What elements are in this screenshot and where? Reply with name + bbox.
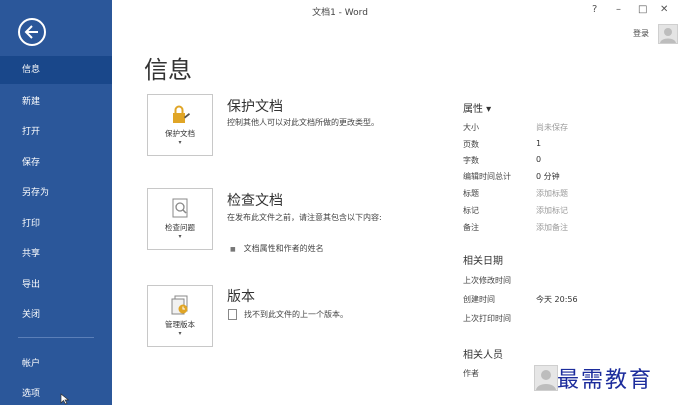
prop-value-pages: 1 xyxy=(536,139,542,148)
related-people-heading: 相关人员 xyxy=(463,350,503,361)
protect-document-desc: 控制其他人可以对此文档所做的更改类型。 xyxy=(227,118,379,127)
inspect-bullet-text: 文档属性和作者的姓名 xyxy=(243,244,324,253)
protect-document-title: 保护文档 xyxy=(227,99,283,115)
minimize-button[interactable]: – xyxy=(616,4,621,16)
user-avatar-icon[interactable] xyxy=(658,24,678,44)
properties-heading[interactable]: 属性 ▾ xyxy=(463,100,491,115)
nav-close[interactable]: 关闭 xyxy=(0,301,112,329)
versions-desc-row: 找不到此文件的上一个版本。 xyxy=(227,309,402,321)
prop-label-edit-time: 编辑时间总计 xyxy=(463,172,511,181)
watermark-text: 最需教育 xyxy=(557,368,654,393)
nav-account[interactable]: 帐户 xyxy=(0,350,112,378)
window-title: 文档1 - Word xyxy=(312,8,368,18)
versions-title: 版本 xyxy=(227,289,255,305)
chevron-down-icon: ▾ xyxy=(178,330,182,337)
prop-value-words: 0 xyxy=(536,155,542,164)
chevron-down-icon: ▾ xyxy=(178,233,182,240)
date-label-modified: 上次修改时间 xyxy=(463,276,511,285)
check-for-issues-button[interactable]: 检查问题 ▾ xyxy=(147,188,213,250)
author-label: 作者 xyxy=(463,369,479,378)
sign-in-link[interactable]: 登录 xyxy=(633,28,649,39)
inspect-bullet-item: ■ 文档属性和作者的姓名 xyxy=(230,243,324,254)
versions-icon xyxy=(171,295,188,315)
date-label-created: 创建时间 xyxy=(463,295,495,304)
protect-document-button-label: 保护文档 xyxy=(165,129,195,138)
document-icon xyxy=(228,309,237,320)
prop-value-title[interactable]: 添加标题 xyxy=(536,188,568,199)
close-button[interactable]: ✕ xyxy=(660,4,668,16)
nav-print[interactable]: 打印 xyxy=(0,210,112,238)
author-avatar-icon xyxy=(534,365,558,391)
related-dates-heading: 相关日期 xyxy=(463,256,503,267)
chevron-down-icon: ▾ xyxy=(178,139,182,146)
nav-export[interactable]: 导出 xyxy=(0,271,112,299)
mouse-cursor-icon xyxy=(60,393,70,405)
lock-icon xyxy=(173,105,190,123)
protect-document-button[interactable]: 保护文档 ▾ xyxy=(147,94,213,156)
prop-value-size: 尚未保存 xyxy=(536,123,568,132)
nav-open[interactable]: 打开 xyxy=(0,118,112,146)
nav-save-as[interactable]: 另存为 xyxy=(0,179,112,207)
restore-button[interactable]: □ xyxy=(638,4,647,16)
prop-value-comments[interactable]: 添加备注 xyxy=(536,222,568,233)
prop-value-tags[interactable]: 添加标记 xyxy=(536,205,568,216)
prop-label-tags: 标记 xyxy=(463,206,479,215)
prop-label-comments: 备注 xyxy=(463,223,479,232)
backstage-sidebar: 信息 新建 打开 保存 另存为 打印 共享 导出 关闭 帐户 选项 xyxy=(0,0,112,405)
check-for-issues-button-label: 检查问题 xyxy=(165,223,195,232)
prop-label-words: 字数 xyxy=(463,156,479,165)
back-arrow-icon xyxy=(24,25,38,39)
manage-versions-button-label: 管理版本 xyxy=(165,320,195,329)
manage-versions-button[interactable]: 管理版本 ▾ xyxy=(147,285,213,347)
help-button[interactable]: ? xyxy=(592,4,597,16)
inspect-document-title: 检查文档 xyxy=(227,193,283,209)
nav-info[interactable]: 信息 xyxy=(0,56,112,84)
inspect-icon xyxy=(172,198,188,218)
prop-label-pages: 页数 xyxy=(463,140,479,149)
nav-save[interactable]: 保存 xyxy=(0,149,112,177)
nav-new[interactable]: 新建 xyxy=(0,88,112,116)
page-title: 信息 xyxy=(144,56,192,84)
bullet-icon: ■ xyxy=(230,246,236,253)
prop-label-size: 大小 xyxy=(463,123,479,132)
nav-options[interactable]: 选项 xyxy=(0,380,112,408)
nav-divider xyxy=(18,337,94,338)
nav-share[interactable]: 共享 xyxy=(0,240,112,268)
date-label-printed: 上次打印时间 xyxy=(463,314,511,323)
versions-desc: 找不到此文件的上一个版本。 xyxy=(244,310,348,319)
back-button[interactable] xyxy=(18,18,46,46)
inspect-document-desc: 在发布此文件之前，请注意其包含以下内容: xyxy=(227,213,382,222)
date-value-created: 今天 20:56 xyxy=(536,295,578,304)
prop-label-title: 标题 xyxy=(463,189,479,198)
prop-value-edit-time: 0 分钟 xyxy=(536,172,560,181)
